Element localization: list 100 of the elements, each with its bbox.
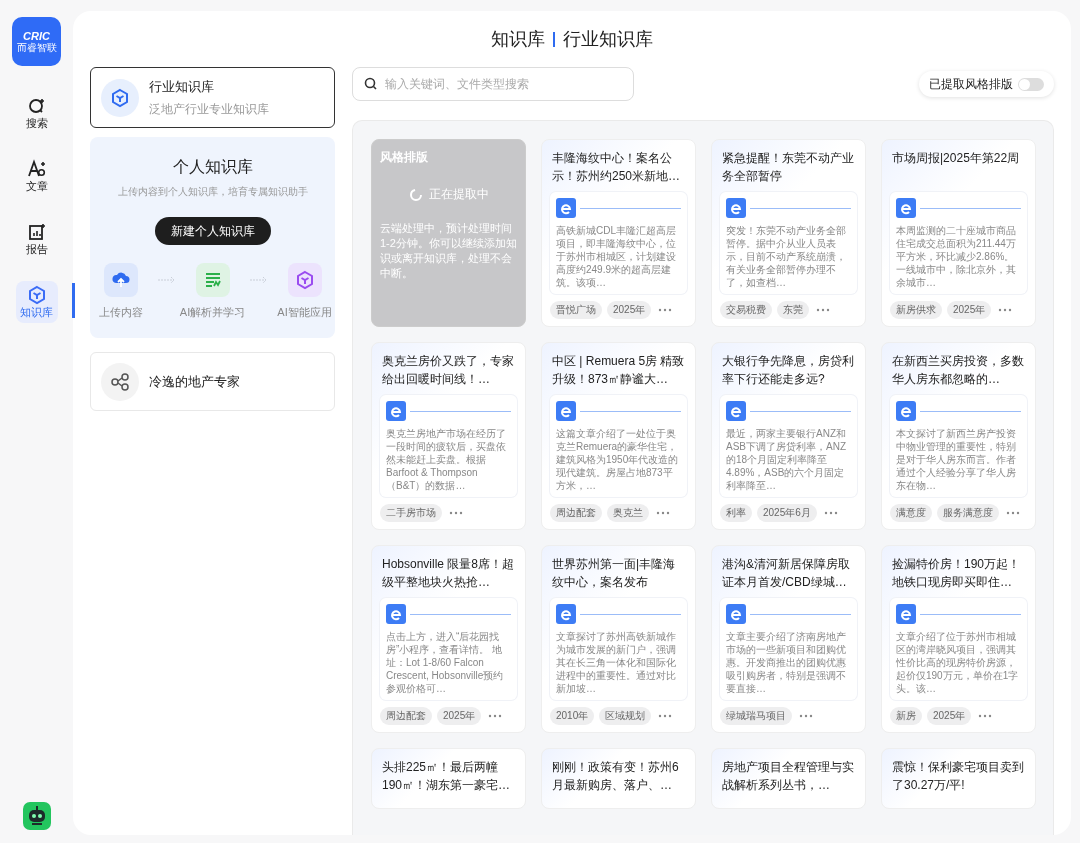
card-summary: 这篇文章介绍了一处位于奥克兰Remuera的豪华住宅，建筑风格为1950年代改造的现代建筑。房屋占地873平方米，… xyxy=(556,427,680,492)
card-title: 世界苏州第一面|丰隆海纹中心，案名发布 xyxy=(552,556,677,591)
article-card[interactable]: 在新西兰买房投资，多数华人房东都忽略的… 本文探讨了新西兰房产投资中物业管理的重要性，特别是对于华人房东而言。作者通过个人经验分享了华人房东在物… 满意度 服务满意度 xyxy=(881,342,1036,530)
tag[interactable]: 2010年 xyxy=(550,707,595,725)
tag[interactable]: 二手房市场 xyxy=(380,504,442,522)
tag[interactable]: 满意度 xyxy=(890,504,932,522)
create-button[interactable]: 新建个人知识库 xyxy=(154,217,271,245)
tag[interactable]: 2025年 xyxy=(947,301,992,319)
article-card[interactable]: 头排225㎡！最后两幢190㎡！湖东第一豪宅… xyxy=(371,748,526,809)
tag[interactable]: 利率 xyxy=(720,504,752,522)
tag[interactable]: 奥克兰 xyxy=(607,504,649,522)
card-summary: 文章介绍了位于苏州市相城区的湾岸晓风项目，强调其性价比高的现房特价房源，起价仅190万元，单价在1字头。该… xyxy=(896,630,1020,695)
article-card[interactable]: 奥克兰房价又跌了，专家给出回暖时间线！… 奥克兰房地产市场在经历了一段时间的疲软后，买盘依然未能赶上卖盘。根据Barfoot & Thompson（B&T）的数据… 二手房市场 xyxy=(371,342,526,530)
tag[interactable]: 服务满意度 xyxy=(937,504,999,522)
card-summary: 最近，两家主要银行ANZ和ASB下调了房贷利率，ANZ的18个月固定利率降至4.89%，ASB的六个月固定利率降至… xyxy=(726,427,847,492)
card-title: 头排225㎡！最后两幢190㎡！湖东第一豪宅… xyxy=(382,759,512,794)
browser-icon xyxy=(726,401,746,421)
article-card[interactable]: 紧急提醒！东莞不动产业务全部暂停 突发！东莞不动产业务全部暂停。据中介从业人员表示，目前不动产系统崩溃，有关业务全部暂停办理不了，如查档… 交易税费 东莞 xyxy=(711,139,866,327)
browser-icon xyxy=(556,604,576,624)
more-icon xyxy=(799,714,813,718)
tag[interactable]: 交易税费 xyxy=(720,301,772,319)
article-card[interactable]: 港沟&清河新居保障房取证本月首发/CBD绿城… 文章主要介绍了济南房地产市场的一些新项目和团购优惠。开发商推出的团购优惠吸引购房者，特别是强调不要直接… 绿城瑞马项目 xyxy=(711,545,866,733)
spinner-icon xyxy=(408,187,423,202)
tag[interactable]: 新房供求 xyxy=(890,301,942,319)
library-title: 行业知识库 xyxy=(149,77,215,96)
card-summary: 本文探讨了新西兰房产投资中物业管理的重要性，特别是对于华人房东而言。作者通过个人经验分享了华人房东在物… xyxy=(896,427,1017,492)
tag[interactable]: 周边配套 xyxy=(380,707,432,725)
toggle-switch[interactable] xyxy=(1018,77,1044,91)
more-icon xyxy=(449,511,463,515)
card-summary: 奥克兰房地产市场在经历了一段时间的疲软后，买盘依然未能赶上卖盘。根据Barfoot & Thompson（B&T）的数据… xyxy=(386,427,507,492)
tag[interactable]: 绿城瑞马项目 xyxy=(720,707,792,725)
more-icon xyxy=(656,511,670,515)
card-title: 房地产项目全程管理与实战解析系列丛书，… xyxy=(722,759,855,794)
card-title: 震惊！保利豪宅项目卖到了30.27万/平! xyxy=(892,759,1025,794)
card-title: 市场周报|2025年第22周 xyxy=(892,150,1021,167)
browser-icon xyxy=(386,604,406,624)
more-icon xyxy=(978,714,993,718)
panel-title: 个人知识库 xyxy=(172,157,253,177)
card-summary: 高铁新城CDL丰隆汇超高层项目，即丰隆海纹中心，位于苏州市相城区，计划建设高度约249.9米的超高层建筑。该项… xyxy=(556,224,677,289)
cube-icon xyxy=(101,78,139,117)
article-card[interactable]: 震惊！保利豪宅项目卖到了30.27万/平! xyxy=(881,748,1036,809)
more-icon xyxy=(823,511,838,515)
article-card[interactable]: 刚刚！政策有变！苏州6月最新购房、落户、… xyxy=(541,748,696,809)
active-indicator xyxy=(71,283,75,318)
more-icon xyxy=(658,714,673,718)
tag[interactable]: 区域规划 xyxy=(599,707,652,725)
browser-icon xyxy=(896,604,916,624)
tag[interactable]: 2025年6月 xyxy=(757,504,817,522)
search-field[interactable]: 输入关键词、文件类型搜索 xyxy=(352,67,634,101)
panel-description: 上传内容到个人知识库，培育专属知识助手 xyxy=(117,185,308,199)
card-title: 大银行争先降息，房贷利率下行还能走多远? xyxy=(722,353,855,388)
tag[interactable]: 新房 xyxy=(890,707,922,725)
search-icon xyxy=(364,77,378,91)
chart-icon xyxy=(26,221,47,242)
card-summary: 突发！东莞不动产业务全部暂停。据中介从业人员表示，目前不动产系统崩溃，有关业务全部暂停办理不了，如查档… xyxy=(726,224,847,289)
breadcrumb-link[interactable]: 知识库 xyxy=(491,27,545,51)
more-icon xyxy=(998,308,1013,312)
step-label: 上传内容 xyxy=(98,305,143,320)
upload-icon xyxy=(103,263,138,297)
card-title: 中区 | Remuera 5房 精致升级！873㎡静谧大… xyxy=(552,353,685,388)
tag[interactable]: 晋悦广场 xyxy=(550,301,602,319)
tag[interactable]: 2025年 xyxy=(927,707,972,725)
browser-icon xyxy=(896,198,916,218)
logo-text: CRIC xyxy=(23,29,50,42)
robot-icon xyxy=(22,802,51,830)
browser-icon xyxy=(726,198,746,218)
nav-item[interactable]: 搜索 xyxy=(15,92,58,134)
tag[interactable]: 周边配套 xyxy=(550,504,602,522)
expert-item[interactable]: 冷逸的地产专家 xyxy=(90,352,335,411)
breadcrumb-separator xyxy=(553,31,555,47)
card-title: 风格排版 xyxy=(380,149,429,166)
card-title: Hobsonville 限量8席！超级平整地块火热抢… xyxy=(382,556,515,591)
nav-item[interactable]: 文章 xyxy=(15,155,58,197)
arrow-icon xyxy=(249,276,268,284)
article-card[interactable]: 市场周报|2025年第22周 本周监测的二十座城市商品住宅成交总面积为211.44万平方米，环比减少2.86%。一线城市中，除北京外，其余城市… 新房供求 2025年 xyxy=(881,139,1036,327)
card-title: 丰隆海纹中心！案名公示！苏州约250米新地… xyxy=(552,150,682,185)
article-card[interactable]: 大银行争先降息，房贷利率下行还能走多远? 最近，两家主要银行ANZ和ASB下调了房贷利率，ANZ的18个月固定利率降至4.89%，ASB的六个月固定利率降至… 利率 2025年6月 xyxy=(711,342,866,530)
card-title: 奥克兰房价又跌了，专家给出回暖时间线！… xyxy=(382,353,515,388)
toggle-label: 已提取风格排版 xyxy=(929,75,1013,93)
article-card[interactable]: 中区 | Remuera 5房 精致升级！873㎡静谧大… 这篇文章介绍了一处位于奥克兰Remuera的豪华住宅，建筑风格为1950年代改造的现代建筑。房屋占地873平方米，… 周边配套 奥克兰 xyxy=(541,342,696,530)
article-card[interactable]: 捡漏特价房！190万起！地铁口现房即买即住… 文章介绍了位于苏州市相城区的湾岸晓风项目，强调其性价比高的现房特价房源，起价仅190万元，单价在1字头。该… 新房 2025年 xyxy=(881,545,1036,733)
tag[interactable]: 2025年 xyxy=(607,301,652,319)
library-item[interactable]: 行业知识库 泛地产行业专业知识库 xyxy=(90,67,335,128)
article-card[interactable]: 世界苏州第一面|丰隆海纹中心，案名发布 文章探讨了苏州高铁新城作为城市发展的新门户，强调其在长三角一体化和国际化进程中的重要性。通过对比新加坡… 2010年 区域规划 xyxy=(541,545,696,733)
article-card[interactable]: 房地产项目全程管理与实战解析系列丛书，… xyxy=(711,748,866,809)
text-icon xyxy=(26,158,47,179)
document-icon xyxy=(195,263,230,297)
page-title: 行业知识库 xyxy=(563,28,653,51)
step-label: AI解析并学习 xyxy=(179,305,246,320)
more-icon xyxy=(658,308,673,312)
tag[interactable]: 东莞 xyxy=(777,301,809,319)
article-card[interactable]: Hobsonville 限量8席！超级平整地块火热抢… 点击上方，进入“后花园找房”小程序，查看详情。 地址：Lot 1-8/60 Falcon Crescent, Hobsonville预约参观价格可… 周边配套 2025年 xyxy=(371,545,526,733)
browser-icon xyxy=(896,401,916,421)
article-card[interactable]: 丰隆海纹中心！案名公示！苏州约250米新地… 高铁新城CDL丰隆汇超高层项目，即丰隆海纹中心，位于苏州市相城区，计划建设高度约249.9米的超高层建筑。该项… 晋悦广场 2025年 xyxy=(541,139,696,327)
nav-item[interactable]: 报告 xyxy=(15,218,58,260)
tag[interactable]: 2025年 xyxy=(437,707,482,725)
more-icon xyxy=(488,714,503,718)
expert-name: 冷逸的地产专家 xyxy=(149,372,240,391)
card-summary: 文章探讨了苏州高铁新城作为城市发展的新门户，强调其在长三角一体化和国际化进程中的重要性。通过对比新加坡… xyxy=(556,630,677,695)
step-label: AI智能应用 xyxy=(277,305,332,320)
